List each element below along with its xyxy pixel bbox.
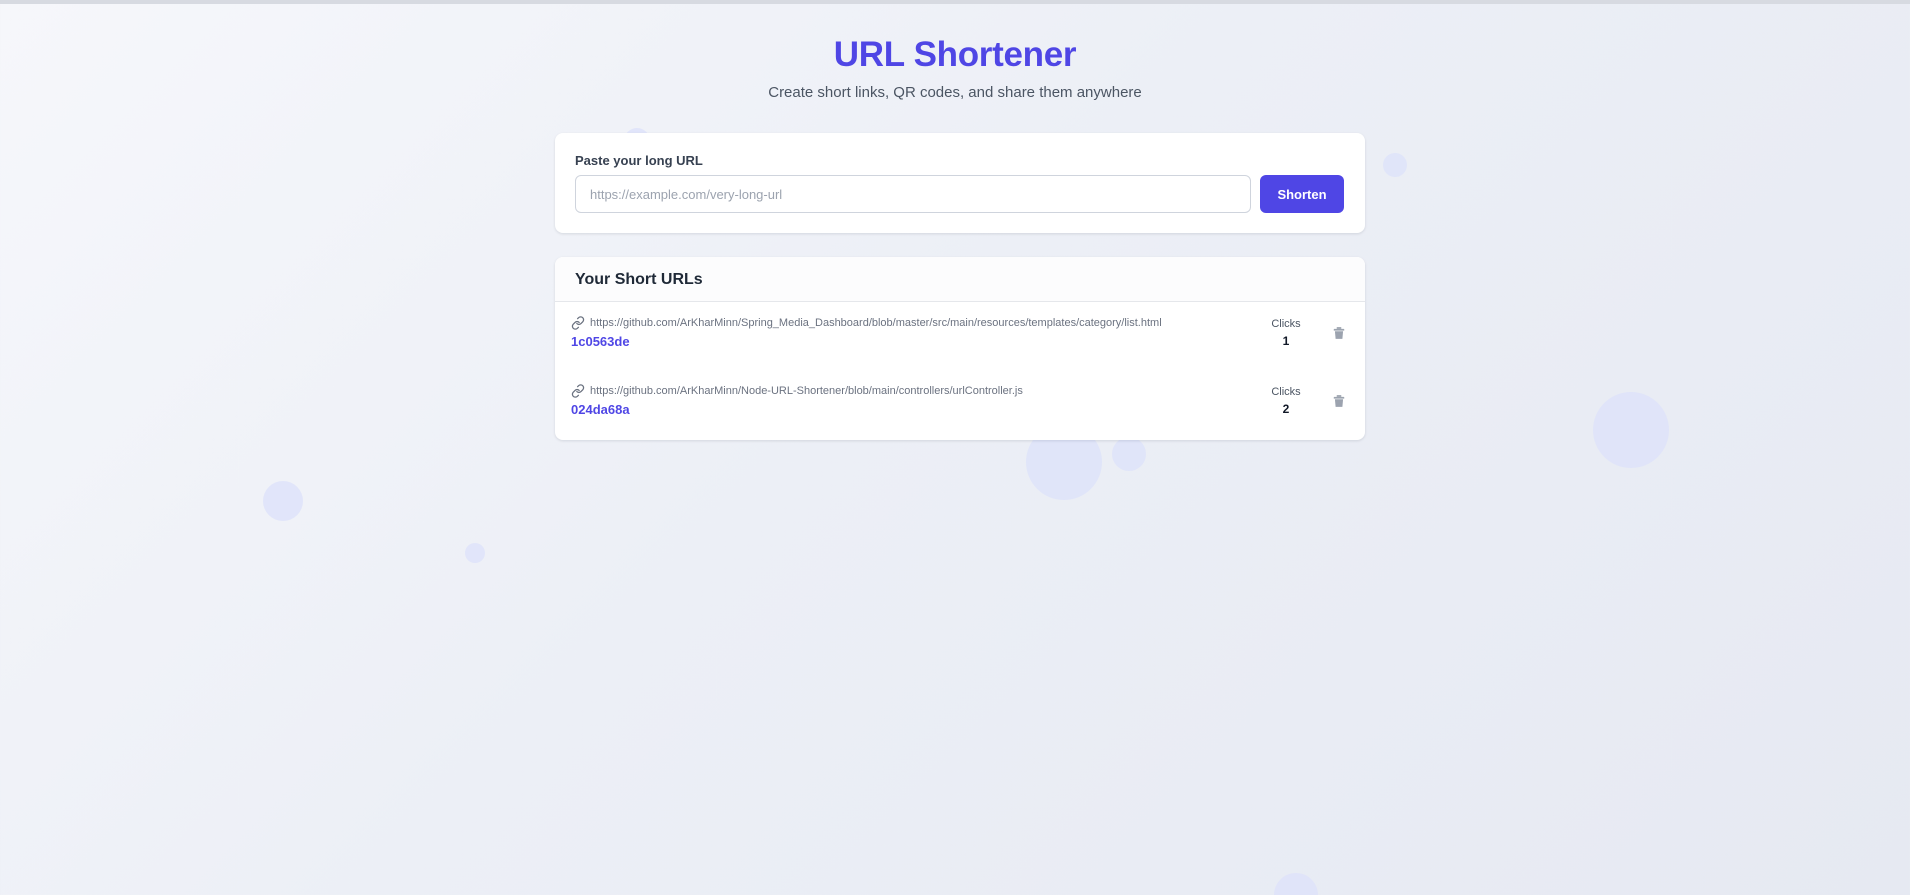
page-subtitle: Create short links, QR codes, and share … — [768, 84, 1142, 101]
trash-icon — [1333, 327, 1345, 339]
original-url: https://github.com/ArKharMinn/Node-URL-S… — [590, 385, 1023, 397]
short-urls-card: Your Short URLs https://github.com/ArKha… — [555, 257, 1365, 440]
short-urls-title: Your Short URLs — [575, 271, 703, 288]
clicks-label: Clicks — [1271, 386, 1301, 398]
shorten-button[interactable]: Shorten — [1260, 175, 1344, 213]
short-url-row: https://github.com/ArKharMinn/Spring_Med… — [555, 302, 1365, 370]
original-url: https://github.com/ArKharMinn/Spring_Med… — [590, 317, 1162, 329]
short-url-link[interactable]: 1c0563de — [571, 334, 630, 350]
delete-button[interactable] — [1328, 322, 1350, 344]
page-title: URL Shortener — [833, 35, 1077, 74]
browser-top-border — [0, 0, 1910, 4]
click-count: Clicks 2 — [1260, 385, 1312, 416]
link-icon — [571, 384, 585, 398]
long-url-label: Paste your long URL — [575, 153, 703, 168]
clicks-value: 2 — [1282, 402, 1290, 416]
clicks-label: Clicks — [1271, 318, 1301, 330]
decorative-bubble — [1274, 873, 1318, 895]
url-form-card: Paste your long URL Shorten — [555, 133, 1365, 233]
link-icon — [571, 316, 585, 330]
short-url-row: https://github.com/ArKharMinn/Node-URL-S… — [555, 370, 1365, 438]
trash-icon — [1333, 395, 1345, 407]
long-url-input[interactable] — [575, 175, 1251, 213]
decorative-bubble — [465, 543, 485, 563]
decorative-bubble — [263, 481, 303, 521]
clicks-value: 1 — [1282, 334, 1290, 348]
delete-button[interactable] — [1328, 390, 1350, 412]
decorative-bubble — [1593, 392, 1669, 468]
decorative-bubble — [1112, 437, 1146, 471]
short-url-link[interactable]: 024da68a — [571, 402, 630, 418]
page-header: URL Shortener Create short links, QR cod… — [0, 34, 1910, 103]
decorative-bubble — [1383, 153, 1407, 177]
click-count: Clicks 1 — [1260, 317, 1312, 348]
short-urls-header: Your Short URLs — [555, 257, 1365, 302]
